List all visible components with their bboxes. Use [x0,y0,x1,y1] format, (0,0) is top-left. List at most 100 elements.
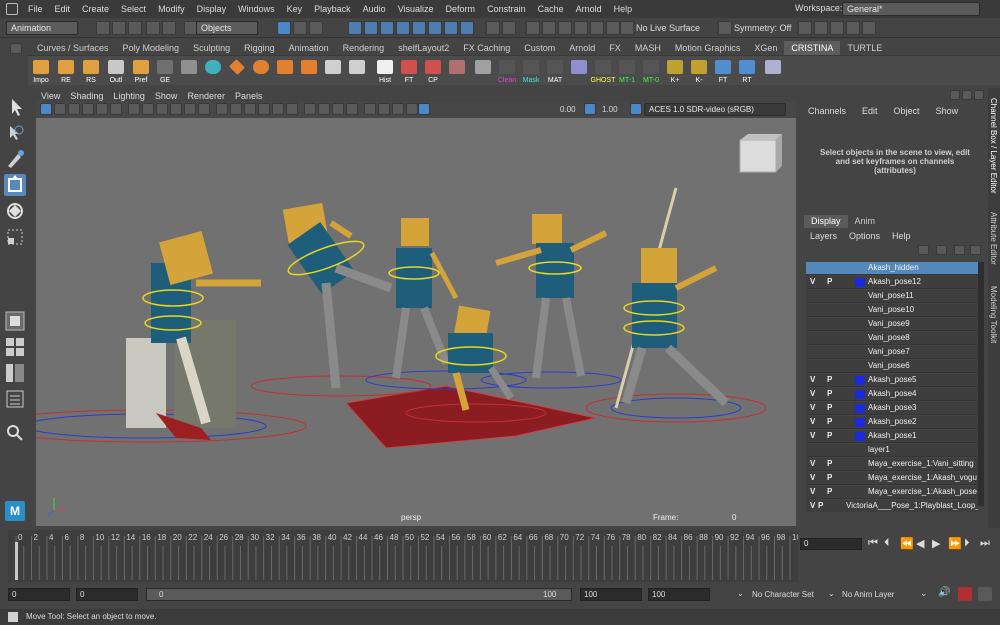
torso-mesh[interactable] [536,243,574,298]
auto-key-icon[interactable] [958,587,972,601]
layer-row[interactable]: V P Akash_pose3 [806,402,978,415]
layer-row[interactable]: V P Maya_exercise_1:Akash_pose [806,486,978,499]
time-slider[interactable]: 0 2 4 6 8 10 12 14 16 18 20 22 24 26 28 30 32 34 36 38 40 42 4… [8,530,798,582]
layer-menu-help[interactable]: Help [886,229,917,243]
select-by-object-type-icon[interactable] [293,21,307,35]
layer-color-swatch[interactable] [855,278,865,287]
render-setup-icon[interactable] [590,21,604,35]
playback-toggle[interactable]: P [827,459,837,468]
workspace-dropdown[interactable]: General* [842,2,980,16]
side-tab-attribute-editor[interactable]: Attribute Editor [989,212,998,265]
wireframe-on-shaded-icon[interactable] [244,103,256,115]
range-slider[interactable]: 0 100 [146,588,572,601]
layer-list-scrollbar[interactable] [978,262,984,506]
tab-anim[interactable]: Anim [848,215,883,228]
create-layer-from-selection-icon[interactable] [970,245,981,255]
layer-row[interactable]: V P Akash_pose4 [806,388,978,401]
leg-mesh[interactable] [562,297,585,377]
view-transform-dropdown[interactable]: ACES 1.0 SDR-video (sRGB) [644,103,786,116]
shelf-button-diamond[interactable] [226,59,248,83]
visibility-toggle[interactable]: V [810,459,820,468]
layer-row[interactable]: V P Akash_pose1 [806,430,978,443]
visibility-toggle[interactable]: V [810,487,820,496]
gate-mask-icon[interactable] [170,103,182,115]
bookmarks-icon[interactable] [68,103,80,115]
create-empty-layer-icon[interactable] [954,245,965,255]
exposure-value[interactable]: 0.00 [560,105,576,114]
anti-aliasing-icon[interactable] [332,103,344,115]
layer-row[interactable]: Vani_pose10 [806,304,978,317]
viewport-menu-panels[interactable]: Panels [230,89,268,103]
visibility-toggle[interactable]: V [810,277,820,286]
shelf-settings-icon[interactable] [10,43,22,54]
shelf-button-key-minus[interactable]: K- [688,59,710,84]
menu-file[interactable]: File [22,4,49,14]
grease-pencil-icon[interactable] [110,103,122,115]
camera-attributes-icon[interactable] [54,103,66,115]
sound-icon[interactable]: 🔊 [938,587,950,598]
symmetry-label[interactable]: Symmetry: Off [734,23,791,33]
move-tool-icon[interactable] [4,174,26,196]
anim-layer-icon[interactable]: ⌄ [828,589,835,598]
new-scene-icon[interactable] [96,21,110,35]
render-settings-icon[interactable] [558,21,572,35]
four-view-layout-icon[interactable] [4,336,26,358]
ipr-render-icon[interactable] [542,21,556,35]
toggle-attribute-editor-icon[interactable] [830,21,844,35]
hypershade-icon[interactable] [574,21,588,35]
render-current-frame-icon[interactable] [526,21,540,35]
preferences-icon[interactable] [978,587,992,601]
viewport-menu-lighting[interactable]: Lighting [108,89,150,103]
safe-action-icon[interactable] [198,103,210,115]
open-scene-icon[interactable] [112,21,126,35]
shelf-button-pref[interactable]: Pref [130,59,152,84]
gamma-value[interactable]: 1.00 [602,105,618,114]
history-on-icon[interactable] [486,21,500,35]
menu-windows[interactable]: Windows [232,4,281,14]
move-layer-down-icon[interactable] [936,245,947,255]
live-surface-icon[interactable] [620,21,634,35]
head-box[interactable] [641,248,677,284]
sign-in-icon[interactable] [798,21,812,35]
scene-view[interactable] [36,118,796,526]
anim-layer-label[interactable]: No Anim Layer [842,590,894,599]
layer-color-swatch[interactable] [855,432,865,441]
shelf-tab-poly-modeling[interactable]: Poly Modeling [116,41,187,55]
layer-color-swatch[interactable] [855,376,865,385]
shelf-button-rs[interactable]: RS [80,59,102,84]
layer-row[interactable]: V P Akash_pose12 [806,276,978,289]
snap-edge-icon[interactable] [444,21,458,35]
playback-toggle[interactable]: P [827,417,837,426]
shelf-tab-mash[interactable]: MASH [628,41,668,55]
character-seated[interactable] [126,231,261,440]
shelf-button-joint[interactable] [446,59,468,83]
play-backwards-icon[interactable]: ◀ [916,537,924,550]
head-box[interactable] [401,218,429,246]
select-camera-icon[interactable] [40,103,52,115]
maya-atk-logo-icon[interactable]: M [4,500,26,522]
shelf-button-brush[interactable] [762,59,784,83]
shelf-button-outliner[interactable]: Outl [105,59,127,84]
leg-mesh[interactable] [321,282,341,389]
isolate-select-icon[interactable] [364,103,376,115]
shelf-button-mat[interactable]: MAT [544,59,566,84]
character-standing[interactable] [388,218,459,379]
fps-icon[interactable]: ⌄ [920,588,928,599]
channel-box-icon[interactable] [950,90,960,100]
use-all-lights-icon[interactable] [272,103,284,115]
layer-row[interactable]: layer1 [806,444,978,457]
snap-point-icon[interactable] [380,21,394,35]
control-circle[interactable] [250,375,432,397]
shelf-button-cylinder[interactable] [298,59,320,83]
shelf-button-ik[interactable] [472,59,494,83]
channel-box-menu-channels[interactable]: Channels [800,104,854,118]
shelf-button-mask[interactable]: Mask [520,59,542,84]
shelf-button-star[interactable] [568,59,590,83]
menu-constrain[interactable]: Constrain [481,4,532,14]
shelf-tab-turtle[interactable]: TURTLE [840,41,889,55]
shelf-button-torus[interactable] [202,59,224,83]
layer-row[interactable]: V P VictoriaA___Pose_1:Playblast_Loop_ [806,500,978,512]
snap-live-icon[interactable] [412,21,426,35]
menu-playback[interactable]: Playback [308,4,357,14]
head-box[interactable] [532,214,562,244]
